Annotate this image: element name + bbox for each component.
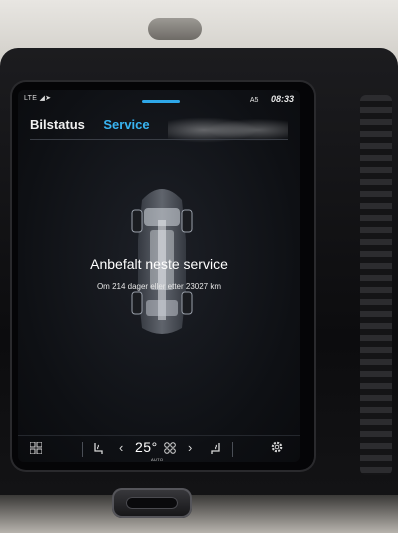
service-title: Anbefalt neste service	[90, 256, 228, 272]
chevron-left-icon[interactable]: ‹	[119, 440, 123, 455]
tab-divider	[30, 139, 288, 140]
infotainment-screen: LTE ◢➤ A5 08:33 Bilstatus Service Anbefa…	[18, 90, 300, 462]
tab-bar: Bilstatus Service	[30, 116, 164, 136]
gps-indicator: A5	[249, 97, 259, 104]
temperature-display[interactable]: 25°	[135, 439, 158, 455]
vent-knob	[148, 18, 202, 40]
status-right: A5 08:33	[250, 94, 294, 104]
tab-service[interactable]: Service	[103, 117, 149, 132]
fan-icon[interactable]	[164, 442, 176, 457]
chevron-right-icon[interactable]: ›	[188, 440, 192, 455]
gear-icon[interactable]	[270, 440, 284, 457]
signal-icon: ◢➤	[39, 95, 52, 102]
home-button[interactable]	[112, 488, 192, 518]
glass-reflection	[168, 110, 288, 150]
status-bar: LTE ◢➤ A5 08:33	[18, 90, 300, 108]
seat-heat-right-icon[interactable]	[210, 442, 222, 459]
network-label: LTE	[24, 95, 38, 102]
auto-mode-label: AUTO	[151, 457, 164, 462]
separator	[82, 442, 83, 457]
top-view-handle[interactable]	[142, 100, 180, 103]
grid-menu-icon[interactable]	[29, 441, 43, 457]
seat-heat-left-icon[interactable]	[92, 442, 104, 459]
tab-bilstatus[interactable]: Bilstatus	[30, 117, 85, 132]
air-vent	[360, 95, 392, 475]
dashboard-lower	[0, 495, 398, 533]
climate-bar: ‹ 25° AUTO ›	[18, 435, 300, 462]
service-detail: Om 214 dager eller etter 23027 km	[96, 282, 222, 291]
clock: 08:33	[270, 94, 294, 104]
network-status: LTE ◢➤	[24, 94, 51, 102]
separator	[232, 442, 233, 457]
